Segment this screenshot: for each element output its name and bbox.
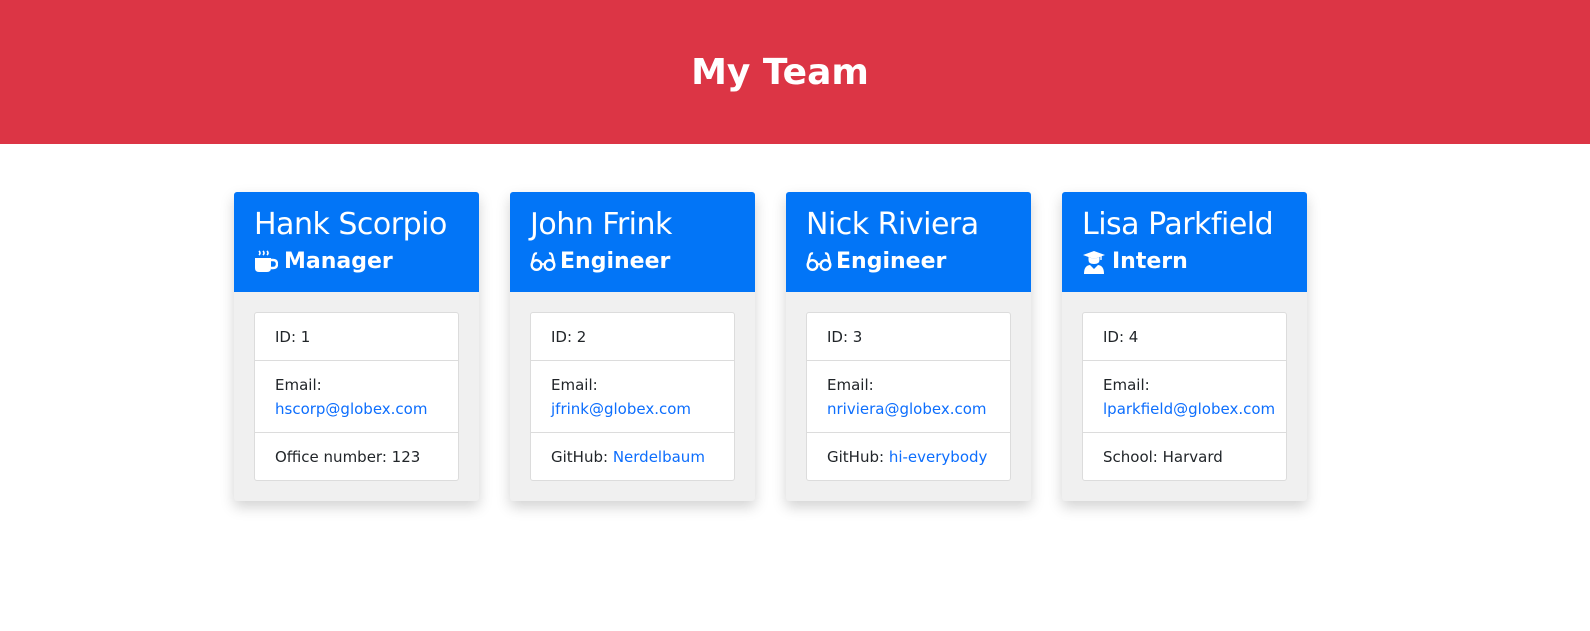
card-body: ID: 3 Email: nriviera@globex.com GitHub:… bbox=[786, 292, 1031, 501]
office-number-item: Office number: 123 bbox=[275, 447, 421, 466]
employee-card: Lisa Parkfield Intern ID: 4 Email: lpark… bbox=[1062, 192, 1307, 501]
employee-name: Hank Scorpio bbox=[254, 207, 447, 242]
id-item: ID: 4 bbox=[1083, 313, 1286, 361]
card-header: Nick Riviera Engineer bbox=[786, 192, 1031, 292]
card-header: John Frink Engineer bbox=[510, 192, 755, 292]
graduate-icon bbox=[1082, 250, 1106, 274]
email-link[interactable]: hscorp@globex.com bbox=[275, 400, 427, 418]
role-label: Intern bbox=[1112, 249, 1188, 274]
card-body: ID: 2 Email: jfrink@globex.com GitHub: N… bbox=[510, 292, 755, 501]
email-label: Email: bbox=[827, 376, 874, 394]
info-list: ID: 3 Email: nriviera@globex.com GitHub:… bbox=[806, 312, 1011, 481]
github-link[interactable]: Nerdelbaum bbox=[613, 445, 705, 469]
employee-name: John Frink bbox=[530, 207, 672, 242]
employee-role: Manager bbox=[254, 248, 459, 276]
role-label: Manager bbox=[284, 249, 393, 274]
id-item: ID: 1 bbox=[255, 313, 458, 361]
employee-role: Intern bbox=[1082, 248, 1287, 276]
card-header: Hank Scorpio Manager bbox=[234, 192, 479, 292]
id-item: ID: 3 bbox=[807, 313, 1010, 361]
email-item: Email: nriviera@globex.com bbox=[807, 361, 1010, 433]
email-item: Email: jfrink@globex.com bbox=[531, 361, 734, 433]
email-item: Email: hscorp@globex.com bbox=[255, 361, 458, 433]
card-body: ID: 4 Email: lparkfield@globex.com Schoo… bbox=[1062, 292, 1307, 501]
glasses-icon bbox=[806, 250, 832, 274]
card-header: Lisa Parkfield Intern bbox=[1062, 192, 1307, 292]
coffee-icon bbox=[254, 250, 279, 274]
email-link[interactable]: jfrink@globex.com bbox=[551, 400, 691, 418]
email-link[interactable]: lparkfield@globex.com bbox=[1103, 400, 1275, 418]
page-title: My Team bbox=[691, 51, 869, 93]
github-label: GitHub: bbox=[827, 447, 885, 466]
employee-name: Nick Riviera bbox=[806, 207, 979, 242]
info-list: ID: 2 Email: jfrink@globex.com GitHub: N… bbox=[530, 312, 735, 481]
github-item: GitHub: Nerdelbaum bbox=[531, 433, 734, 480]
email-label: Email: bbox=[275, 376, 322, 394]
id-item: ID: 2 bbox=[531, 313, 734, 361]
employee-role: Engineer bbox=[530, 248, 735, 276]
employee-name: Lisa Parkfield bbox=[1082, 207, 1274, 242]
github-item: GitHub: hi-everybody bbox=[807, 433, 1010, 480]
info-list: ID: 1 Email: hscorp@globex.com Office nu… bbox=[254, 312, 459, 481]
employee-role: Engineer bbox=[806, 248, 1011, 276]
team-cards: Hank Scorpio Manager ID: 1 Email: hscorp… bbox=[0, 144, 1590, 631]
github-label: GitHub: bbox=[551, 447, 609, 466]
school-item: School: Harvard bbox=[1103, 447, 1223, 466]
card-body: ID: 1 Email: hscorp@globex.com Office nu… bbox=[234, 292, 479, 501]
info-list: ID: 4 Email: lparkfield@globex.com Schoo… bbox=[1082, 312, 1287, 481]
github-link[interactable]: hi-everybody bbox=[889, 445, 988, 469]
role-label: Engineer bbox=[836, 249, 947, 274]
email-link[interactable]: nriviera@globex.com bbox=[827, 400, 987, 418]
glasses-icon bbox=[530, 250, 556, 274]
page-header: My Team bbox=[0, 0, 1590, 144]
role-label: Engineer bbox=[560, 249, 671, 274]
email-item: Email: lparkfield@globex.com bbox=[1083, 361, 1286, 433]
employee-card: Hank Scorpio Manager ID: 1 Email: hscorp… bbox=[234, 192, 479, 501]
email-label: Email: bbox=[1103, 376, 1150, 394]
email-label: Email: bbox=[551, 376, 598, 394]
employee-card: John Frink Engineer ID: 2 Email: jfrink@… bbox=[510, 192, 755, 501]
employee-card: Nick Riviera Engineer ID: 3 Email: nrivi… bbox=[786, 192, 1031, 501]
